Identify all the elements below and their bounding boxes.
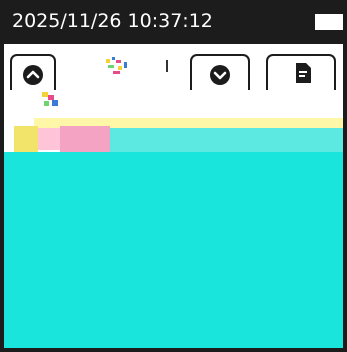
document-icon	[294, 62, 314, 88]
scroll-up-button[interactable]	[10, 54, 56, 90]
battery-icon	[315, 14, 343, 30]
content-area	[4, 152, 343, 348]
scroll-down-button[interactable]	[190, 54, 250, 90]
chevron-up-circle-icon	[23, 65, 43, 85]
device-screen: 2025/11/26 10:37:12	[0, 0, 347, 352]
glitch-band	[14, 126, 38, 154]
document-button[interactable]	[266, 54, 336, 90]
glitch-icon	[104, 56, 132, 78]
battery-tip	[343, 19, 346, 25]
chevron-down-circle-icon	[210, 65, 230, 85]
glitch-band	[60, 126, 110, 154]
glitch-band	[38, 128, 60, 150]
glitch-artifact	[42, 92, 60, 108]
glitch-band	[110, 128, 343, 154]
status-bar: 2025/11/26 10:37:12	[4, 0, 343, 44]
divider-mark	[166, 60, 168, 72]
status-datetime: 2025/11/26 10:37:12	[12, 10, 213, 32]
toolbar	[4, 44, 343, 90]
